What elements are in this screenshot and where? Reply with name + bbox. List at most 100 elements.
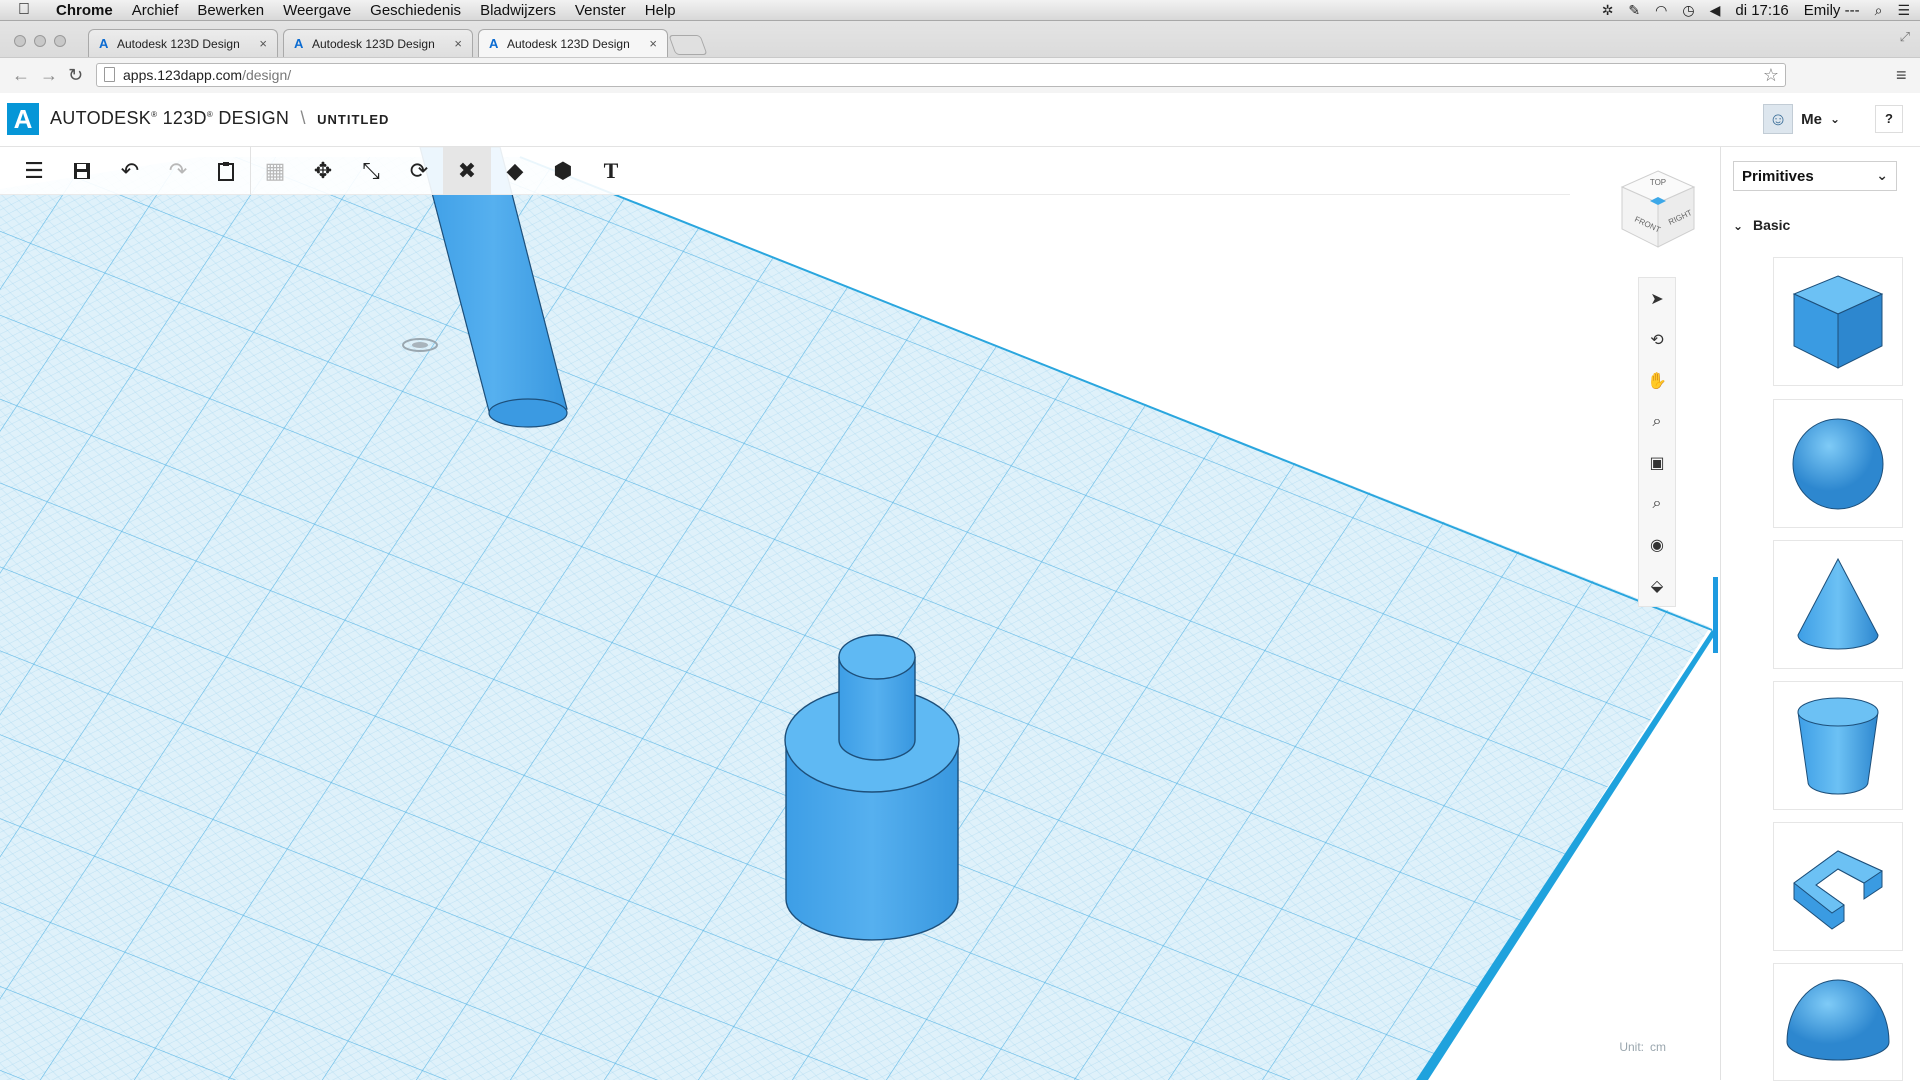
menu-chrome[interactable]: Chrome [56, 2, 113, 19]
address-bar: ← → ↻ apps.123dapp.com/design/ ☆ ≡ [0, 57, 1920, 93]
menu-weergave[interactable]: Weergave [283, 2, 351, 19]
box-shape-icon [1792, 274, 1884, 369]
bookmark-star-icon[interactable]: ☆ [1763, 64, 1779, 86]
new-tab-button[interactable] [668, 35, 708, 55]
main-toolbar: ☰ ↶ ↷ ▦ ✥ ⤡ ⟳ ✖ ◆ ⬢ T [10, 147, 635, 195]
volume-icon[interactable]: ◀ [1710, 2, 1721, 19]
wifi-icon[interactable]: ◠ [1655, 2, 1667, 19]
hamburger-menu-icon[interactable]: ☰ [10, 147, 58, 195]
notification-center-icon[interactable]: ☰ [1897, 2, 1910, 19]
grid-plane[interactable] [0, 147, 1720, 1080]
move-icon[interactable]: ✥ [299, 147, 347, 195]
user-label: Me [1801, 110, 1822, 128]
bracket-shape-icon [1793, 849, 1884, 930]
menu-bewerken[interactable]: Bewerken [197, 2, 264, 19]
menu-archief[interactable]: Archief [132, 2, 179, 19]
back-arrow-icon[interactable]: ← [12, 65, 30, 86]
menu-geschiedenis[interactable]: Geschiedenis [370, 2, 461, 19]
chrome-menu-icon[interactable]: ≡ [1896, 65, 1907, 86]
primitive-bracket-tile[interactable] [1773, 822, 1903, 951]
os-menubar:  Chrome Archief Bewerken Weergave Gesch… [0, 0, 1920, 21]
tab-title: Autodesk 123D Design [117, 36, 240, 51]
unit-value[interactable]: cm [1650, 1040, 1666, 1054]
3d-viewport[interactable]: ☰ ↶ ↷ ▦ ✥ ⤡ ⟳ ✖ ◆ ⬢ T TOP FRONT RIGHT ➤ … [0, 147, 1720, 1080]
panel-collapse-handle[interactable] [1713, 577, 1718, 653]
zoom-selected-icon[interactable]: ⌕ [1639, 483, 1675, 524]
primitives-panel: Primitives ⌄ ⌄ Basic [1720, 147, 1920, 1081]
viewcube-top-label: TOP [1650, 178, 1666, 187]
pen-status-icon[interactable]: ✎ [1628, 2, 1640, 19]
paste-icon[interactable] [202, 147, 250, 195]
zoom-icon[interactable]: ⌕ [1639, 401, 1675, 442]
title-separator: \ [300, 108, 306, 128]
text-tool-icon[interactable]: T [587, 147, 635, 195]
forward-arrow-icon[interactable]: → [40, 65, 58, 86]
cone-shape-icon [1797, 557, 1879, 649]
construct-icon[interactable]: ◆ [491, 147, 539, 195]
avatar-icon: ☺ [1763, 104, 1794, 134]
navigation-toolbar: ➤ ⟲ ✋ ⌕ ▣ ⌕ ◉ ⬙ [1638, 277, 1676, 607]
user-menu-button[interactable]: ☺ Me ⌄ [1763, 104, 1840, 134]
pan-hand-icon[interactable]: ✋ [1639, 360, 1675, 401]
menubar-clock[interactable]: di 17:16 [1735, 2, 1788, 19]
primitive-cylinder-tile[interactable] [1773, 681, 1903, 810]
save-icon[interactable] [58, 147, 106, 195]
tab-title: Autodesk 123D Design [507, 36, 630, 51]
unit-label: Unit: [1619, 1040, 1644, 1054]
brand-autodesk: AUTODESK [50, 108, 152, 128]
primitive-box-tile[interactable] [1773, 257, 1903, 386]
apple-icon[interactable]:  [18, 1, 38, 19]
undo-icon[interactable]: ↶ [106, 147, 154, 195]
menubar-user[interactable]: Emily --- [1804, 2, 1860, 19]
tab-title: Autodesk 123D Design [312, 36, 435, 51]
menu-help[interactable]: Help [645, 2, 676, 19]
redo-icon[interactable]: ↷ [154, 147, 202, 195]
tab-close-icon[interactable]: × [259, 36, 267, 51]
menu-bladwijzers[interactable]: Bladwijzers [480, 2, 556, 19]
sketch-grid-icon[interactable]: ▦ [251, 147, 299, 195]
fit-to-view-icon[interactable]: ▣ [1639, 442, 1675, 483]
orbit-icon[interactable]: ⟲ [1639, 319, 1675, 360]
brand-product: 123D [162, 108, 207, 128]
primitives-dropdown[interactable]: Primitives ⌄ [1733, 161, 1897, 191]
basic-section-header[interactable]: ⌄ Basic [1733, 217, 1790, 233]
product-title: AUTODESK® 123D® DESIGN \ UNTITLED [50, 108, 390, 128]
menu-venster[interactable]: Venster [575, 2, 626, 19]
browser-tab-1[interactable]: A Autodesk 123D Design × [88, 29, 278, 57]
browser-tab-2[interactable]: A Autodesk 123D Design × [283, 29, 473, 57]
hemisphere-shape-icon [1786, 979, 1890, 1061]
scale-icon[interactable]: ⤡ [347, 147, 395, 195]
time-machine-icon[interactable]: ◷ [1682, 2, 1694, 19]
tab-close-icon[interactable]: × [454, 36, 462, 51]
select-arrow-icon[interactable]: ➤ [1639, 278, 1675, 319]
chevron-down-icon: ⌄ [1876, 167, 1888, 183]
view-cube[interactable]: TOP FRONT RIGHT [1620, 169, 1696, 249]
primitive-hemisphere-tile[interactable] [1773, 963, 1903, 1081]
dropdown-value: Primitives [1742, 168, 1814, 185]
help-button[interactable]: ? [1875, 105, 1903, 133]
autodesk-logo-icon[interactable]: A [7, 103, 39, 135]
cylinder-shape-icon [1797, 697, 1879, 794]
fullscreen-icon[interactable]: ⤢ [1900, 29, 1910, 45]
combine-icon[interactable]: ⬢ [539, 147, 587, 195]
primitive-cone-tile[interactable] [1773, 540, 1903, 669]
brand-suffix: DESIGN [218, 108, 290, 128]
transform-tools-icon[interactable]: ✖ [443, 147, 491, 195]
document-name[interactable]: UNTITLED [317, 112, 389, 127]
primitive-sphere-tile[interactable] [1773, 399, 1903, 528]
browser-tab-3-active[interactable]: A Autodesk 123D Design × [478, 29, 668, 57]
text-tool-label: T [603, 158, 619, 183]
minimize-window-button[interactable] [34, 35, 46, 47]
reload-icon[interactable]: ↻ [68, 65, 83, 86]
browser-chrome: A Autodesk 123D Design × A Autodesk 123D… [0, 21, 1920, 93]
app-header: A AUTODESK® 123D® DESIGN \ UNTITLED ☺ Me… [0, 94, 1920, 147]
visibility-eye-icon[interactable]: ◉ [1639, 524, 1675, 565]
zoom-window-button[interactable] [54, 35, 66, 47]
close-window-button[interactable] [14, 35, 26, 47]
url-input[interactable]: apps.123dapp.com/design/ ☆ [96, 63, 1786, 87]
tab-close-icon[interactable]: × [649, 36, 657, 51]
spotlight-search-icon[interactable]: ⌕ [1875, 2, 1883, 19]
rotate-icon[interactable]: ⟳ [395, 147, 443, 195]
material-icon[interactable]: ⬙ [1639, 565, 1675, 606]
settings-status-icon[interactable]: ✲ [1602, 2, 1614, 19]
